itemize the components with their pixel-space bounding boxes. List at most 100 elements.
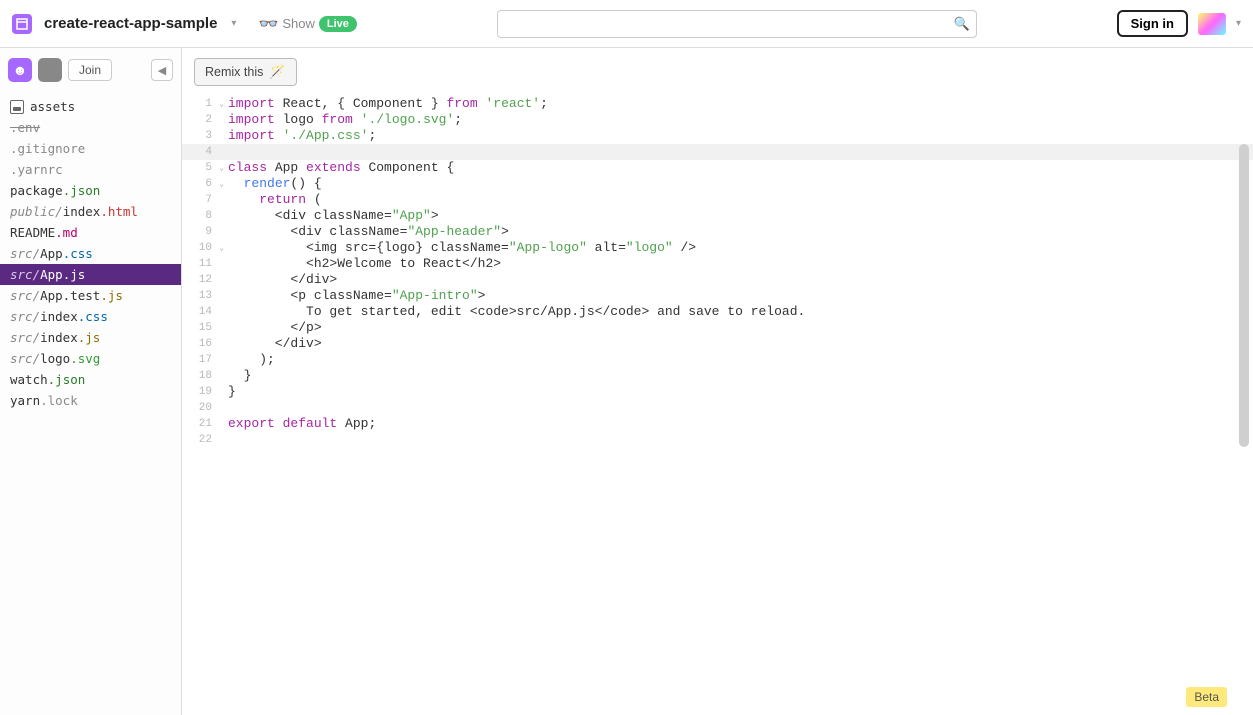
code-text[interactable]: class App extends Component { [222,160,1253,176]
code-text[interactable]: } [222,384,1253,400]
scrollbar-thumb[interactable] [1239,144,1249,447]
project-dropdown-icon[interactable]: ▾ [231,18,236,29]
code-line[interactable]: 18 } [182,368,1253,384]
gutter-line-number: 8 [182,208,222,224]
file-item[interactable]: .gitignore [0,138,181,159]
gutter-line-number: 1⌄ [182,96,222,112]
gutter-line-number: 5⌄ [182,160,222,176]
code-line[interactable]: 15 </p> [182,320,1253,336]
file-item[interactable]: src/App.test.js [0,285,181,306]
glitch-logo-icon[interactable] [1198,13,1226,35]
file-list: assets .env.gitignore.yarnrcpackage.json… [0,92,181,415]
remix-label: Remix this [205,65,263,79]
gutter-line-number: 4 [182,144,222,160]
code-line[interactable]: 11 <h2>Welcome to React</h2> [182,256,1253,272]
scrollbar-vertical[interactable] [1237,144,1251,685]
fold-icon[interactable]: ⌄ [219,177,224,193]
fold-icon[interactable]: ⌄ [219,97,224,113]
avatar-2-icon[interactable] [38,58,62,82]
gutter-line-number: 3 [182,128,222,144]
fold-icon[interactable]: ⌄ [219,161,224,177]
search-input[interactable] [498,11,976,37]
eyeglasses-icon: 👓 [258,14,278,34]
code-editor[interactable]: 1⌄import React, { Component } from 'reac… [182,96,1253,715]
code-line[interactable]: 8 <div className="App"> [182,208,1253,224]
code-text[interactable]: } [222,368,1253,384]
sidebar-top: ☻ Join ◀ [0,48,181,92]
code-text[interactable]: return ( [222,192,1253,208]
remix-button[interactable]: Remix this 🪄 [194,58,297,86]
file-item[interactable]: package.json [0,180,181,201]
code-line[interactable]: 7 return ( [182,192,1253,208]
code-text[interactable]: <img src={logo} className="App-logo" alt… [222,240,1253,256]
collapse-sidebar-button[interactable]: ◀ [151,59,173,81]
code-line[interactable]: 14 To get started, edit <code>src/App.js… [182,304,1253,320]
code-line[interactable]: 10⌄ <img src={logo} className="App-logo"… [182,240,1253,256]
assets-icon [10,100,24,114]
gutter-line-number: 6⌄ [182,176,222,192]
code-text[interactable]: import logo from './logo.svg'; [222,112,1253,128]
gutter-line-number: 22 [182,432,222,448]
code-line[interactable]: 17 ); [182,352,1253,368]
code-text[interactable] [222,144,1253,160]
show-button[interactable]: 👓 Show Live [258,14,356,34]
code-text[interactable] [222,400,1253,416]
code-text[interactable]: <div className="App-header"> [222,224,1253,240]
code-text[interactable]: </div> [222,336,1253,352]
code-line[interactable]: 3import './App.css'; [182,128,1253,144]
code-text[interactable]: ); [222,352,1253,368]
account-dropdown-icon[interactable]: ▾ [1236,18,1241,29]
code-text[interactable]: </div> [222,272,1253,288]
code-text[interactable]: import React, { Component } from 'react'… [222,96,1253,112]
file-item[interactable]: src/App.js [0,264,181,285]
code-line[interactable]: 5⌄class App extends Component { [182,160,1253,176]
project-icon [12,14,32,34]
code-line[interactable]: 21export default App; [182,416,1253,432]
file-item[interactable]: watch.json [0,369,181,390]
header: create-react-app-sample ▾ 👓 Show Live 🔍 … [0,0,1253,48]
join-button[interactable]: Join [68,59,112,81]
code-line[interactable]: 13 <p className="App-intro"> [182,288,1253,304]
file-item[interactable]: public/index.html [0,201,181,222]
assets-label: assets [30,99,75,114]
fold-icon[interactable]: ⌄ [219,241,224,257]
file-item[interactable]: src/App.css [0,243,181,264]
code-line[interactable]: 2import logo from './logo.svg'; [182,112,1253,128]
code-line[interactable]: 22 [182,432,1253,448]
gutter-line-number: 2 [182,112,222,128]
avatar-1-icon[interactable]: ☻ [8,58,32,82]
code-text[interactable]: To get started, edit <code>src/App.js</c… [222,304,1253,320]
code-line[interactable]: 19} [182,384,1253,400]
code-text[interactable]: render() { [222,176,1253,192]
gutter-line-number: 11 [182,256,222,272]
file-item[interactable]: .yarnrc [0,159,181,180]
search-box[interactable]: 🔍 [497,10,977,38]
assets-folder[interactable]: assets [0,96,181,117]
code-text[interactable]: <div className="App"> [222,208,1253,224]
project-name[interactable]: create-react-app-sample [44,15,217,32]
file-item[interactable]: yarn.lock [0,390,181,411]
code-line[interactable]: 6⌄ render() { [182,176,1253,192]
code-text[interactable]: <h2>Welcome to React</h2> [222,256,1253,272]
code-line[interactable]: 20 [182,400,1253,416]
code-text[interactable]: export default App; [222,416,1253,432]
code-text[interactable] [222,432,1253,448]
wand-icon: 🪄 [269,64,285,80]
code-line[interactable]: 12 </div> [182,272,1253,288]
gutter-line-number: 12 [182,272,222,288]
gutter-line-number: 10⌄ [182,240,222,256]
code-line[interactable]: 1⌄import React, { Component } from 'reac… [182,96,1253,112]
editor-toolbar: Remix this 🪄 [182,48,1253,96]
file-item[interactable]: src/index.css [0,306,181,327]
file-item[interactable]: README.md [0,222,181,243]
file-item[interactable]: src/index.js [0,327,181,348]
code-line[interactable]: 16 </div> [182,336,1253,352]
code-line[interactable]: 4 [182,144,1253,160]
code-text[interactable]: <p className="App-intro"> [222,288,1253,304]
code-text[interactable]: </p> [222,320,1253,336]
code-text[interactable]: import './App.css'; [222,128,1253,144]
file-item[interactable]: .env [0,117,181,138]
file-item[interactable]: src/logo.svg [0,348,181,369]
code-line[interactable]: 9 <div className="App-header"> [182,224,1253,240]
signin-button[interactable]: Sign in [1117,10,1188,37]
